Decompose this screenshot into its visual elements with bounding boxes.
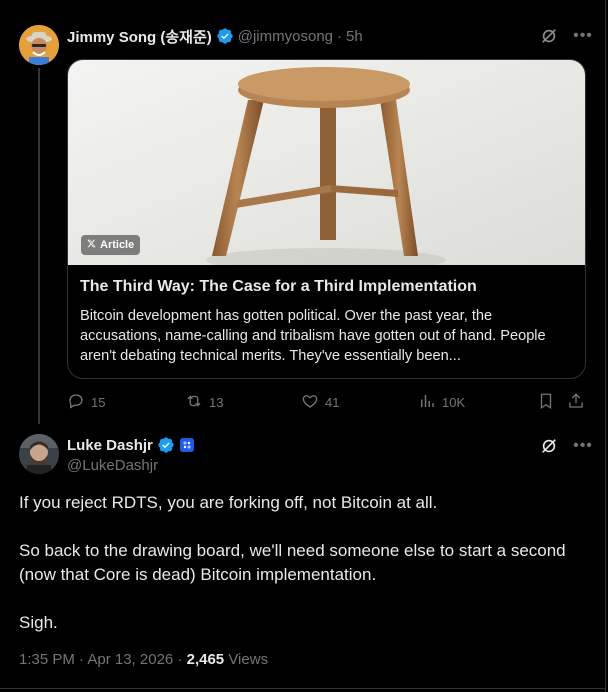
parent-handle[interactable]: @jimmyosong <box>238 28 333 45</box>
main-tweet-header: Luke Dashjr @LukeDashjr <box>67 435 195 476</box>
share-button[interactable] <box>567 392 585 413</box>
article-badge: Article <box>81 235 141 255</box>
main-author-name[interactable]: Luke Dashjr <box>67 437 153 454</box>
x-logo-icon <box>87 239 96 251</box>
main-tweet-text: If you reject RDTS, you are forking off,… <box>19 491 589 659</box>
like-count: 41 <box>325 395 340 410</box>
verified-badge-icon <box>157 436 175 454</box>
reply-button[interactable]: 15 <box>67 392 105 413</box>
tweet-paragraph: Sigh. <box>19 613 58 632</box>
article-card[interactable]: Article The Third Way: The Case for a Th… <box>67 59 586 379</box>
more-options-icon[interactable]: ••• <box>572 435 594 457</box>
timeline-border-right <box>605 0 606 692</box>
reply-count: 15 <box>91 395 106 410</box>
more-options-icon[interactable]: ••• <box>572 25 594 47</box>
main-handle[interactable]: @LukeDashjr <box>67 456 195 476</box>
parent-tweet-header: Jimmy Song (송재준) @jimmyosong · 5h <box>67 26 363 46</box>
bookmark-icon <box>537 392 555 413</box>
time-separator: · <box>337 27 343 45</box>
article-badge-label: Article <box>100 239 135 251</box>
repost-count: 13 <box>209 395 224 410</box>
repost-button[interactable]: 13 <box>185 392 223 413</box>
tweet-paragraph: So back to the drawing board, we'll need… <box>19 541 566 584</box>
verified-badge-icon <box>216 27 234 45</box>
grok-icon[interactable] <box>538 25 560 47</box>
heart-icon <box>301 392 319 413</box>
parent-time[interactable]: 5h <box>346 28 363 45</box>
reply-icon <box>67 392 85 413</box>
grok-icon[interactable] <box>538 435 560 457</box>
parent-author-name[interactable]: Jimmy Song (송재준) <box>67 26 212 47</box>
avatar-luke-dashjr[interactable] <box>19 434 59 474</box>
tweet-views-label: Views <box>228 651 269 668</box>
affiliate-badge-icon[interactable] <box>179 437 195 453</box>
thread-connector-line <box>38 68 40 424</box>
timeline-border-bottom <box>0 688 606 689</box>
tweet-views-count[interactable]: 2,465 <box>187 651 225 668</box>
tweet-meta: 1:35 PM · Apr 13, 2026 · 2,465 Views <box>19 651 268 668</box>
article-description: Bitcoin development has gotten political… <box>80 308 546 364</box>
article-title[interactable]: The Third Way: The Case for a Third Impl… <box>80 278 574 296</box>
tweet-paragraph: If you reject RDTS, you are forking off,… <box>19 493 438 512</box>
views-chart-icon <box>418 392 436 413</box>
share-icon <box>567 392 585 413</box>
bookmark-button[interactable] <box>537 392 555 413</box>
tweet-timestamp[interactable]: 1:35 PM · Apr 13, 2026 · <box>19 651 182 668</box>
like-button[interactable]: 41 <box>301 392 339 413</box>
repost-icon <box>185 392 203 413</box>
avatar-jimmy-song[interactable] <box>19 25 59 65</box>
views-button[interactable]: 10K <box>418 392 465 413</box>
parent-action-bar: 15 13 41 10K <box>67 392 587 412</box>
views-count: 10K <box>442 395 466 410</box>
article-image <box>68 60 585 265</box>
